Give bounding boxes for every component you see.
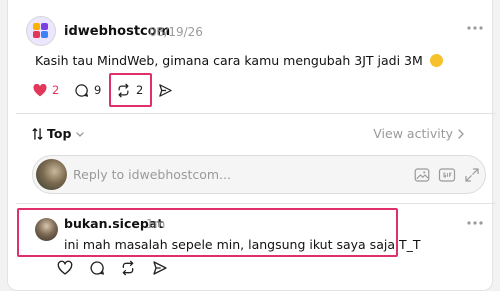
reply-count: 9 xyxy=(94,83,102,97)
gif-icon[interactable] xyxy=(438,166,456,184)
comment-text: ini mah masalah sepele min, langsung iku… xyxy=(64,237,421,252)
repost-highlight-box xyxy=(109,73,152,107)
laughing-emoji-icon xyxy=(429,54,443,67)
post-timestamp: 08/19/26 xyxy=(149,25,203,39)
view-activity-link[interactable]: View activity xyxy=(373,126,465,141)
comment-bubble-icon xyxy=(75,83,89,97)
share-button[interactable] xyxy=(158,80,173,100)
view-activity-label: View activity xyxy=(373,126,453,141)
like-count: 2 xyxy=(52,83,60,97)
brand-logo-icon xyxy=(33,23,49,39)
reply-composer[interactable]: Reply to idwebhostcom... xyxy=(32,155,486,194)
chevron-right-icon xyxy=(458,128,464,139)
divider xyxy=(16,113,496,114)
post-text: Kasih tau MindWeb, gimana cara kamu meng… xyxy=(35,53,423,68)
expand-icon[interactable] xyxy=(463,166,481,184)
image-attach-icon[interactable] xyxy=(413,166,431,184)
author-avatar[interactable] xyxy=(26,16,56,46)
sort-label: Top xyxy=(47,126,72,141)
comment-reply-icon[interactable] xyxy=(89,260,105,276)
heart-filled-icon xyxy=(33,83,47,96)
thread-card: idwebhostcom 08/19/26 Kasih tau MindWeb,… xyxy=(7,0,496,291)
more-options-icon[interactable] xyxy=(467,26,483,30)
comment-timestamp: 1m xyxy=(146,217,166,231)
reply-button[interactable]: 9 xyxy=(74,80,101,100)
comment-share-icon[interactable] xyxy=(152,260,168,276)
comment-repost-icon[interactable] xyxy=(120,260,136,276)
send-icon xyxy=(159,83,172,97)
like-button[interactable]: 2 xyxy=(33,80,59,100)
divider xyxy=(16,203,496,204)
sort-arrows-icon xyxy=(32,127,43,140)
commenter-avatar[interactable] xyxy=(35,218,58,241)
post-body: Kasih tau MindWeb, gimana cara kamu meng… xyxy=(35,53,443,68)
chevron-down-icon xyxy=(76,131,85,137)
current-user-avatar xyxy=(36,159,67,190)
comment-like-icon[interactable] xyxy=(57,260,73,276)
comment-more-options-icon[interactable] xyxy=(467,221,483,225)
sort-dropdown[interactable]: Top xyxy=(32,126,85,141)
reply-input-placeholder[interactable]: Reply to idwebhostcom... xyxy=(73,167,231,182)
